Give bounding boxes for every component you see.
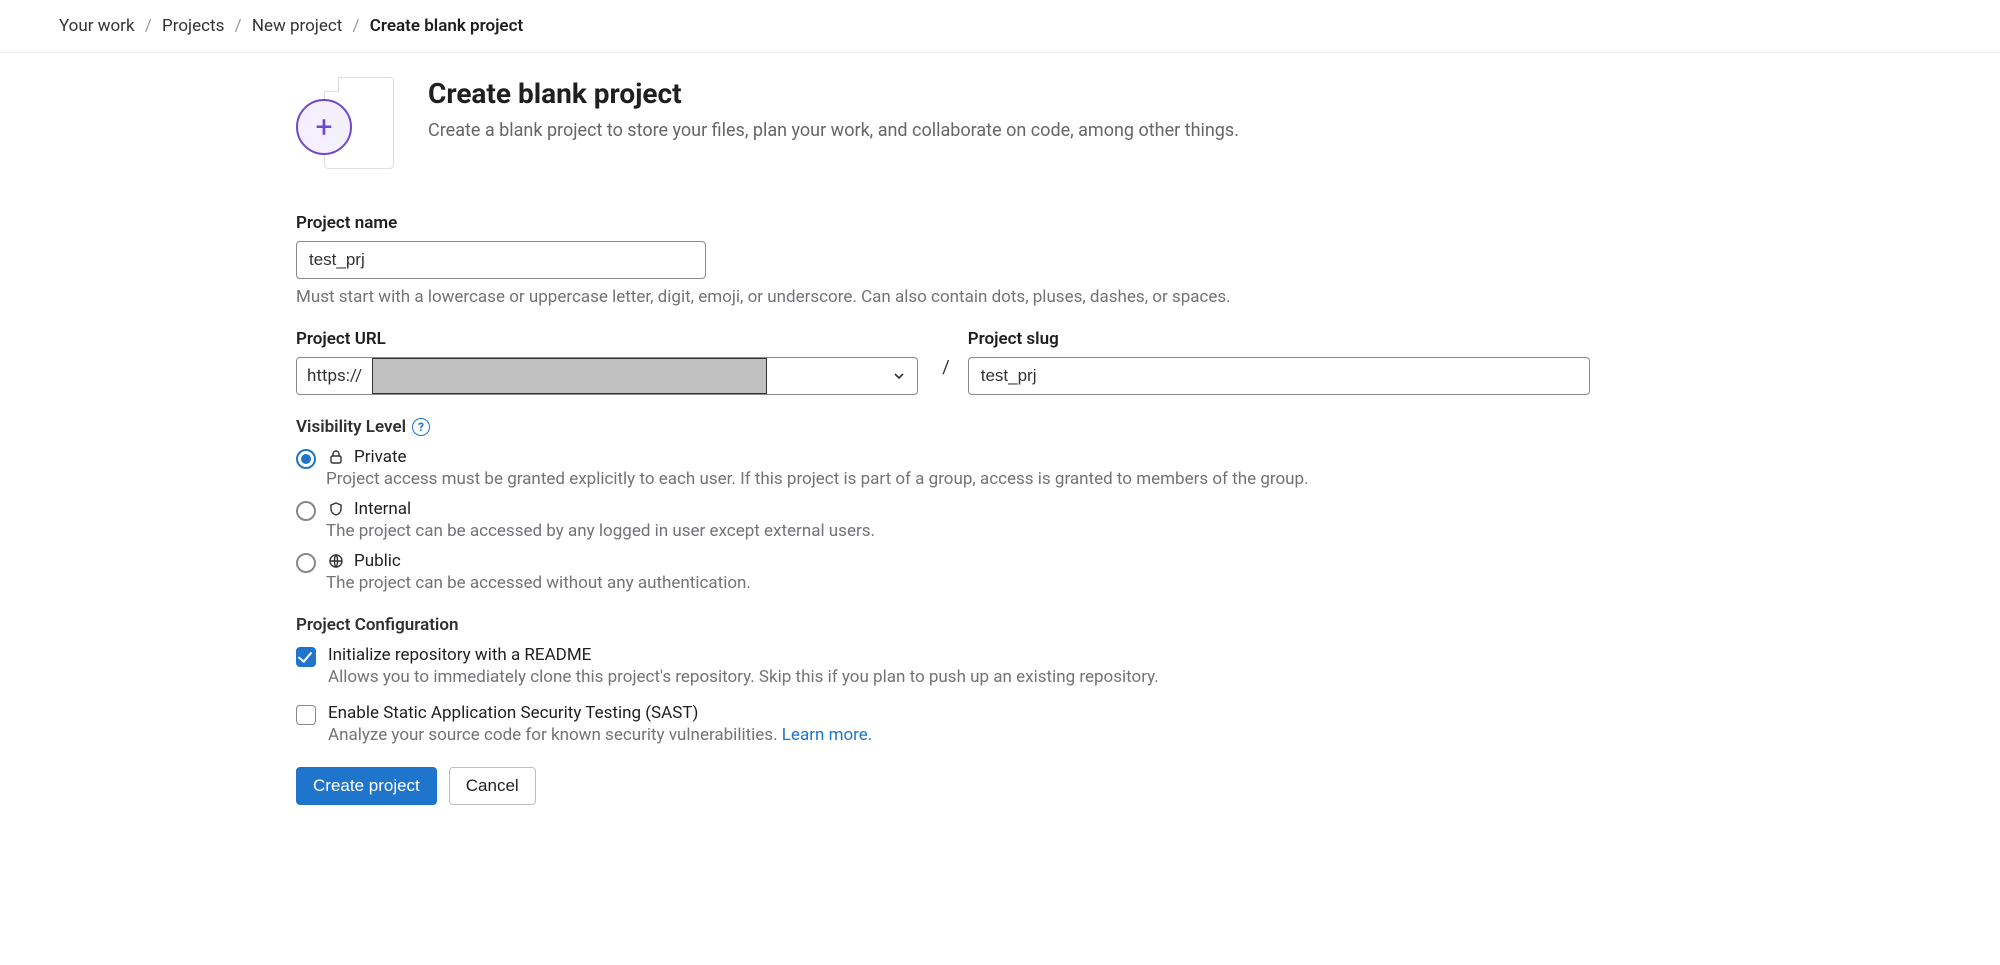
visibility-desc-private: Project access must be granted explicitl… [326,469,1590,489]
visibility-radio-private[interactable] [296,449,316,469]
config-label-readme: Initialize repository with a README [328,645,1159,665]
help-icon[interactable]: ? [412,418,430,436]
breadcrumb-item-projects[interactable]: Projects [162,16,224,36]
config-title: Project Configuration [296,615,1590,635]
breadcrumb-current: Create blank project [370,16,523,36]
create-project-button[interactable]: Create project [296,767,437,805]
config-label-sast: Enable Static Application Security Testi… [328,703,872,723]
visibility-label-private: Private [354,447,407,467]
shield-icon [326,499,346,519]
visibility-radio-public[interactable] [296,553,316,573]
config-desc-sast: Analyze your source code for known secur… [328,725,872,745]
plus-icon: + [296,99,352,155]
visibility-desc-internal: The project can be accessed by any logge… [326,521,1590,541]
breadcrumb-separator: / [235,16,242,36]
project-url-redacted [372,358,767,394]
breadcrumb-item-your-work[interactable]: Your work [59,16,135,36]
project-name-label: Project name [296,213,1590,233]
globe-icon [326,551,346,571]
project-name-input[interactable] [296,241,706,279]
checkbox-sast[interactable] [296,705,316,725]
lock-icon [326,447,346,467]
project-url-prefix: https:// [297,358,372,394]
breadcrumb-separator: / [145,16,152,36]
learn-more-link[interactable]: Learn more. [782,725,873,745]
project-slug-input[interactable] [968,357,1590,395]
checkbox-readme[interactable] [296,647,316,667]
url-slash: / [930,347,955,378]
project-name-hint: Must start with a lowercase or uppercase… [296,287,1590,307]
chevron-down-icon[interactable] [881,358,917,394]
visibility-label-public: Public [354,551,401,571]
visibility-radio-internal[interactable] [296,501,316,521]
blank-project-icon: + [296,77,396,177]
visibility-label-internal: Internal [354,499,411,519]
breadcrumb-item-new-project[interactable]: New project [252,16,343,36]
config-desc-readme: Allows you to immediately clone this pro… [328,667,1159,687]
breadcrumb-separator: / [353,16,360,36]
visibility-desc-public: The project can be accessed without any … [326,573,1590,593]
project-url-label: Project URL [296,329,918,349]
page-title: Create blank project [428,77,1239,110]
page-subtitle: Create a blank project to store your fil… [428,120,1239,141]
visibility-title: Visibility Level [296,417,406,437]
project-slug-label: Project slug [968,329,1590,349]
page-header: + Create blank project Create a blank pr… [296,77,1590,177]
cancel-button[interactable]: Cancel [449,767,536,805]
breadcrumb: Your work / Projects / New project / Cre… [0,0,2000,53]
project-url-select[interactable]: https:// [296,357,918,395]
